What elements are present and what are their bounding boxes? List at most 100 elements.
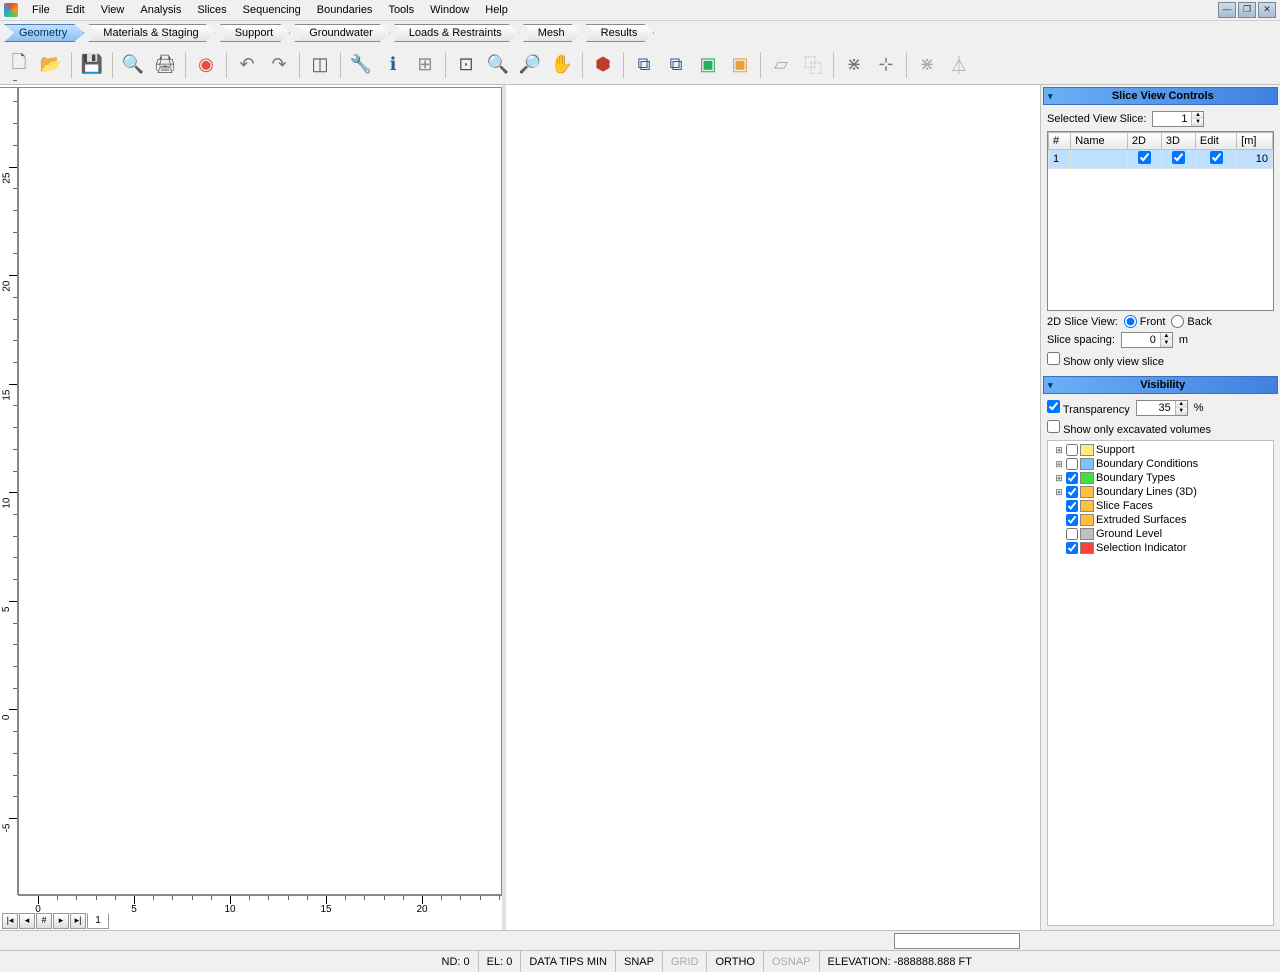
menu-boundaries[interactable]: Boundaries [309,2,381,18]
show-only-slice-checkbox[interactable] [1047,352,1060,365]
visibility-header[interactable]: Visibility [1043,376,1278,394]
row-edit-checkbox[interactable] [1210,151,1223,164]
tree-item-boundary-conditions[interactable]: ⊞Boundary Conditions [1054,457,1267,471]
nav-next-button[interactable]: ▸ [53,913,69,929]
front-radio-label[interactable]: Front [1124,315,1166,328]
tree-item-support[interactable]: ⊞Support [1054,443,1267,457]
new-file-icon[interactable]: 🗋 [4,50,34,80]
canvas-2d-view[interactable]: -50510152025 05101520 |◂ ◂ # ▸ ▸| 1 [0,85,506,930]
tab-geometry[interactable]: Geometry [4,24,84,42]
snap-tool-icon[interactable]: ⋇ [912,50,942,80]
snap-node-icon[interactable]: ⊹ [871,50,901,80]
status-grid[interactable]: GRID [663,951,708,972]
screen-green-icon[interactable]: ▣ [693,50,723,80]
zoom-extents-icon[interactable]: ⊡ [451,50,481,80]
tab-loads-restraints[interactable]: Loads & Restraints [394,24,519,42]
snap-endpoint-icon[interactable]: ⋇ [839,50,869,80]
menu-slices[interactable]: Slices [189,2,234,18]
nav-first-button[interactable]: |◂ [2,913,18,929]
down-icon[interactable]: ▼ [1176,408,1187,415]
zoom-out-icon[interactable]: 🔎 [515,50,545,80]
menu-window[interactable]: Window [422,2,477,18]
minimize-button[interactable]: — [1218,2,1236,18]
menu-sequencing[interactable]: Sequencing [235,2,309,18]
filter-icon[interactable]: ⏃ [944,50,974,80]
tree-checkbox[interactable] [1066,444,1078,456]
transparency-label[interactable]: Transparency [1047,400,1130,416]
tree-item-ground-level[interactable]: Ground Level [1054,527,1267,541]
tree-checkbox[interactable] [1066,514,1078,526]
tree-checkbox[interactable] [1066,542,1078,554]
open-folder-icon[interactable]: 📂 [36,50,66,80]
save-icon[interactable]: 💾 [77,50,107,80]
menu-file[interactable]: File [24,2,58,18]
excavated-checkbox[interactable] [1047,420,1060,433]
undo-icon[interactable]: ↶ [232,50,262,80]
pan-icon[interactable]: ✋ [547,50,577,80]
back-radio[interactable] [1171,315,1184,328]
slice-table[interactable]: #Name2D3DEdit[m] 1 10 [1047,131,1274,311]
transparency-checkbox[interactable] [1047,400,1060,413]
select-poly-icon[interactable]: ▱ [766,50,796,80]
tree-item-slice-faces[interactable]: Slice Faces [1054,499,1267,513]
color-wheel-icon[interactable]: ◉ [191,50,221,80]
show-only-slice-label[interactable]: Show only view slice [1047,352,1164,368]
tree-checkbox[interactable] [1066,486,1078,498]
tree-item-boundary-types[interactable]: ⊞Boundary Types [1054,471,1267,485]
visibility-tree[interactable]: ⊞Support⊞Boundary Conditions⊞Boundary Ty… [1047,440,1274,926]
menu-edit[interactable]: Edit [58,2,93,18]
sheet-tab[interactable]: 1 [87,913,109,929]
tree-item-selection-indicator[interactable]: Selection Indicator [1054,541,1267,555]
tree-checkbox[interactable] [1066,472,1078,484]
tab-groundwater[interactable]: Groundwater [294,24,390,42]
window1-icon[interactable]: ⧉ [629,50,659,80]
print-preview-icon[interactable]: 🔍 [118,50,148,80]
nav-add-button[interactable]: # [36,913,52,929]
tree-checkbox[interactable] [1066,458,1078,470]
canvas-3d-view[interactable] [506,85,1040,930]
tree-checkbox[interactable] [1066,500,1078,512]
slice-controls-header[interactable]: Slice View Controls [1043,87,1278,105]
status-ortho[interactable]: ORTHO [707,951,764,972]
copy-shape-icon[interactable]: ⿻ [798,50,828,80]
transparency-input[interactable] [1137,401,1175,415]
menu-help[interactable]: Help [477,2,516,18]
row-2d-checkbox[interactable] [1138,151,1151,164]
menu-tools[interactable]: Tools [380,2,422,18]
tab-materials-staging[interactable]: Materials & Staging [88,24,215,42]
slice-spacing-spinner[interactable]: ▲▼ [1121,332,1173,348]
nav-prev-button[interactable]: ◂ [19,913,35,929]
selected-slice-input[interactable] [1153,112,1191,126]
front-radio[interactable] [1124,315,1137,328]
excavated-label[interactable]: Show only excavated volumes [1047,420,1211,436]
close-button[interactable]: ✕ [1258,2,1276,18]
calculator-icon[interactable]: ⊞ [410,50,440,80]
back-radio-label[interactable]: Back [1171,315,1211,328]
up-icon[interactable]: ▲ [1161,333,1172,340]
drawing-surface[interactable] [18,87,502,895]
maximize-button[interactable]: ❐ [1238,2,1256,18]
redo-icon[interactable]: ↷ [264,50,294,80]
tree-item-extruded-surfaces[interactable]: Extruded Surfaces [1054,513,1267,527]
info-panel-icon[interactable]: ℹ [378,50,408,80]
selected-slice-spinner[interactable]: ▲▼ [1152,111,1204,127]
nav-last-button[interactable]: ▸| [70,913,86,929]
menu-view[interactable]: View [93,2,133,18]
transparency-spinner[interactable]: ▲▼ [1136,400,1188,416]
split-view-icon[interactable]: ◫ [305,50,335,80]
status-osnap[interactable]: OSNAP [764,951,820,972]
zoom-in-icon[interactable]: 🔍 [483,50,513,80]
box-view-icon[interactable]: ⬢ [588,50,618,80]
slice-spacing-input[interactable] [1122,333,1160,347]
down-icon[interactable]: ▼ [1192,119,1203,126]
tab-support[interactable]: Support [220,24,291,42]
up-icon[interactable]: ▲ [1176,401,1187,408]
up-icon[interactable]: ▲ [1192,112,1203,119]
status-snap[interactable]: SNAP [616,951,663,972]
window2-icon[interactable]: ⧉ [661,50,691,80]
tree-checkbox[interactable] [1066,528,1078,540]
down-icon[interactable]: ▼ [1161,340,1172,347]
tree-item-boundary-lines-3d-[interactable]: ⊞Boundary Lines (3D) [1054,485,1267,499]
command-input[interactable] [894,933,1020,949]
settings-wrench-icon[interactable]: 🔧 [346,50,376,80]
